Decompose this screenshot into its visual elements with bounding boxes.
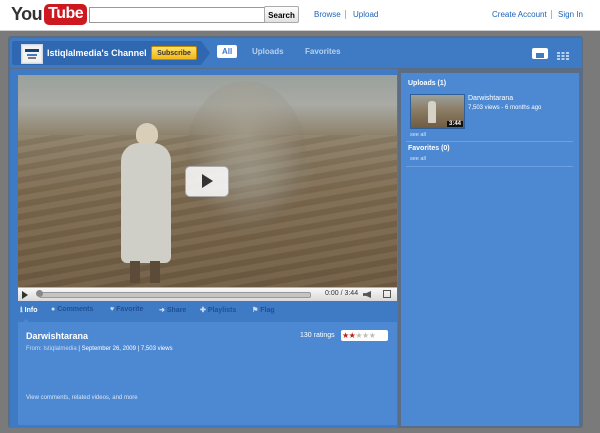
video-actions: ℹ Info ● Comments ♥ Favorite ➜ Share ✚ Playli… bbox=[18, 306, 397, 320]
search-input[interactable] bbox=[89, 7, 265, 23]
star-rating[interactable]: ★★★★★ bbox=[341, 330, 388, 341]
avatar-image bbox=[23, 46, 41, 62]
video-figure bbox=[116, 123, 174, 283]
more-link[interactable]: View comments, related videos, and more bbox=[26, 395, 138, 401]
seek-knob[interactable] bbox=[36, 290, 43, 297]
action-comments[interactable]: ● Comments bbox=[51, 306, 93, 313]
play-icon[interactable] bbox=[22, 291, 28, 299]
star-empty-icon[interactable]: ★ bbox=[355, 331, 362, 340]
info-icon: ℹ bbox=[20, 307, 23, 314]
divider bbox=[406, 141, 573, 142]
upload-date: September 26, 2009 bbox=[81, 346, 136, 352]
action-info[interactable]: ℹ Info bbox=[20, 306, 38, 315]
video-overlay-figure bbox=[186, 81, 306, 231]
action-comments-label: Comments bbox=[57, 306, 94, 313]
logo-you-text: You bbox=[11, 4, 43, 24]
action-share[interactable]: ➜ Share bbox=[159, 306, 187, 315]
action-favorite-label: Favorite bbox=[116, 306, 144, 313]
plus-icon: ✚ bbox=[200, 307, 206, 314]
flag-icon: ⚑ bbox=[252, 307, 259, 314]
thumbnail-figure bbox=[428, 101, 436, 123]
volume-icon[interactable] bbox=[363, 291, 371, 298]
action-playlists-label: Playlists bbox=[207, 306, 237, 314]
duration-badge: 3:44 bbox=[446, 121, 463, 127]
player-controls: 0:00 / 3:44 bbox=[18, 287, 397, 301]
upload-link[interactable]: Upload bbox=[353, 10, 378, 19]
channel-name[interactable]: Istiqlalmedia's Channel bbox=[47, 48, 147, 58]
action-share-label: Share bbox=[166, 306, 187, 314]
time-display: 0:00 / 3:44 bbox=[325, 290, 359, 297]
sign-in-link[interactable]: Sign In bbox=[558, 10, 583, 19]
favorites-heading[interactable]: Favorites (0) bbox=[408, 145, 450, 152]
action-flag[interactable]: ⚑ Flag bbox=[252, 306, 275, 315]
browse-link[interactable]: Browse bbox=[314, 10, 341, 19]
action-favorite[interactable]: ♥ Favorite bbox=[110, 306, 143, 313]
star-empty-icon[interactable]: ★ bbox=[369, 331, 376, 340]
uploads-see-all[interactable]: see all bbox=[410, 132, 426, 138]
arrow-icon: ➜ bbox=[159, 307, 165, 314]
search-button[interactable]: Search bbox=[264, 6, 299, 23]
video-meta: From: Istiqlalmedia | September 26, 2009… bbox=[26, 346, 173, 352]
divider bbox=[345, 10, 346, 19]
subscribe-button[interactable]: Subscribe bbox=[151, 46, 197, 60]
fullscreen-icon[interactable] bbox=[383, 290, 391, 298]
view-count: 7,503 views bbox=[140, 346, 173, 352]
divider bbox=[406, 166, 573, 167]
ratings-count: 130 ratings bbox=[300, 332, 335, 339]
uploads-heading[interactable]: Uploads (1) bbox=[408, 80, 446, 87]
upload-title[interactable]: Darwishtarana bbox=[468, 95, 513, 102]
big-play-button[interactable] bbox=[185, 166, 229, 197]
seek-bar[interactable] bbox=[39, 292, 311, 298]
youtube-logo[interactable]: You Tube bbox=[11, 4, 88, 25]
star-filled-icon[interactable]: ★ bbox=[342, 331, 349, 340]
from-label: From: bbox=[26, 346, 42, 352]
channel-avatar[interactable] bbox=[21, 44, 43, 64]
action-playlists[interactable]: ✚ Playlists bbox=[200, 306, 237, 315]
tab-favorites[interactable]: Favorites bbox=[305, 47, 341, 56]
author-link[interactable]: Istiqlalmedia bbox=[43, 346, 76, 352]
play-icon bbox=[202, 174, 213, 188]
divider bbox=[551, 10, 552, 19]
star-empty-icon[interactable]: ★ bbox=[362, 331, 369, 340]
logo-tube-badge: Tube bbox=[44, 4, 88, 25]
top-bar: You Tube Search Browse Upload Create Acc… bbox=[0, 0, 600, 31]
upload-meta: 7,503 views - 6 months ago bbox=[468, 105, 542, 111]
grid-view-icon[interactable] bbox=[555, 48, 571, 60]
video-title: Darwishtarana bbox=[26, 331, 89, 341]
heart-icon: ♥ bbox=[110, 306, 115, 313]
player-view-icon[interactable] bbox=[532, 48, 548, 59]
favorites-see-all[interactable]: see all bbox=[410, 156, 426, 162]
channel-title-arrow bbox=[201, 41, 210, 65]
create-account-link[interactable]: Create Account bbox=[492, 10, 547, 19]
tab-uploads[interactable]: Uploads bbox=[252, 47, 284, 56]
action-info-label: Info bbox=[24, 306, 38, 314]
speech-bubble-icon: ● bbox=[51, 306, 56, 313]
action-flag-label: Flag bbox=[260, 306, 275, 314]
upload-thumbnail[interactable]: 3:44 bbox=[410, 94, 465, 129]
tab-all[interactable]: All bbox=[217, 45, 238, 58]
